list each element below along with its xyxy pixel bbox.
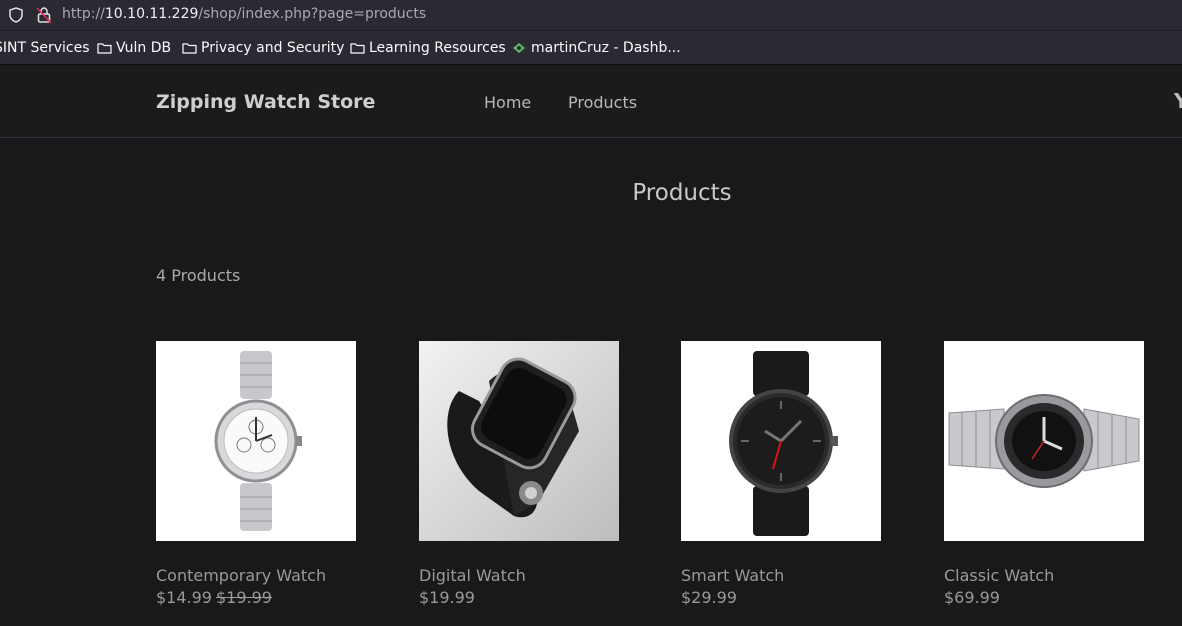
product-name[interactable]: Smart Watch xyxy=(681,566,784,585)
product-card[interactable]: Digital Watch $19.99 xyxy=(419,341,619,607)
product-image-digital-watch[interactable] xyxy=(419,341,619,541)
product-card[interactable]: Classic Watch $69.99 xyxy=(944,341,1144,607)
bookmark-label: Vuln DB xyxy=(116,40,172,56)
product-card[interactable]: Smart Watch $29.99 xyxy=(681,341,881,607)
product-price: $14.99 $19.99 xyxy=(156,588,272,607)
cart-icon[interactable]: Y xyxy=(1174,89,1182,113)
bookmark-learning-resources[interactable]: Learning Resources xyxy=(350,40,506,56)
product-name[interactable]: Classic Watch xyxy=(944,566,1054,585)
insecure-lock-icon[interactable] xyxy=(36,6,52,24)
nav-home[interactable]: Home xyxy=(484,93,531,112)
bookmark-label: martinCruz - Dashb... xyxy=(531,40,681,56)
bookmark-label: Learning Resources xyxy=(369,40,506,56)
product-image-smart-watch[interactable] xyxy=(681,341,881,541)
product-price: $29.99 xyxy=(681,588,737,607)
bookmarks-bar: SINT Services Vuln DB Privacy and Securi… xyxy=(0,30,1182,65)
product-card[interactable]: Contemporary Watch $14.99 $19.99 xyxy=(156,341,356,607)
bookmark-privacy-and-security[interactable]: Privacy and Security xyxy=(182,40,344,56)
product-price: $19.99 xyxy=(419,588,475,607)
bookmark-sint-services[interactable]: SINT Services xyxy=(0,40,90,56)
page-title: Products xyxy=(632,180,732,206)
folder-icon xyxy=(350,43,365,54)
url-field[interactable]: http://10.10.11.229/shop/index.php?page=… xyxy=(62,6,426,22)
product-name[interactable]: Digital Watch xyxy=(419,566,526,585)
folder-icon xyxy=(182,43,197,54)
bookmark-martincruz-dashboard[interactable]: martinCruz - Dashb... xyxy=(512,40,681,56)
dashboard-favicon-icon xyxy=(513,43,525,53)
bookmark-vuln-db[interactable]: Vuln DB xyxy=(97,40,171,56)
url-prefix: http:// xyxy=(62,6,105,22)
folder-icon xyxy=(97,43,112,54)
url-host: 10.10.11.229 xyxy=(104,6,199,22)
nav-products[interactable]: Products xyxy=(568,93,637,112)
browser-urlbar[interactable]: http://10.10.11.229/shop/index.php?page=… xyxy=(0,0,1182,30)
price-original: $19.99 xyxy=(215,588,272,607)
product-price: $69.99 xyxy=(944,588,1000,607)
product-image-classic-watch[interactable] xyxy=(944,341,1144,541)
product-name[interactable]: Contemporary Watch xyxy=(156,566,326,585)
bookmark-label: Privacy and Security xyxy=(201,40,345,56)
bookmark-label: SINT Services xyxy=(0,40,90,56)
product-count: 4 Products xyxy=(156,266,241,285)
url-path: /shop/index.php?page=products xyxy=(198,6,427,22)
tracking-shield-icon[interactable] xyxy=(8,7,24,23)
product-image-contemporary-watch[interactable] xyxy=(156,341,356,541)
brand-logo-text[interactable]: Zipping Watch Store xyxy=(156,91,375,113)
price-current: $14.99 xyxy=(156,588,212,607)
site-header: Zipping Watch Store Home Products Y xyxy=(0,65,1182,138)
